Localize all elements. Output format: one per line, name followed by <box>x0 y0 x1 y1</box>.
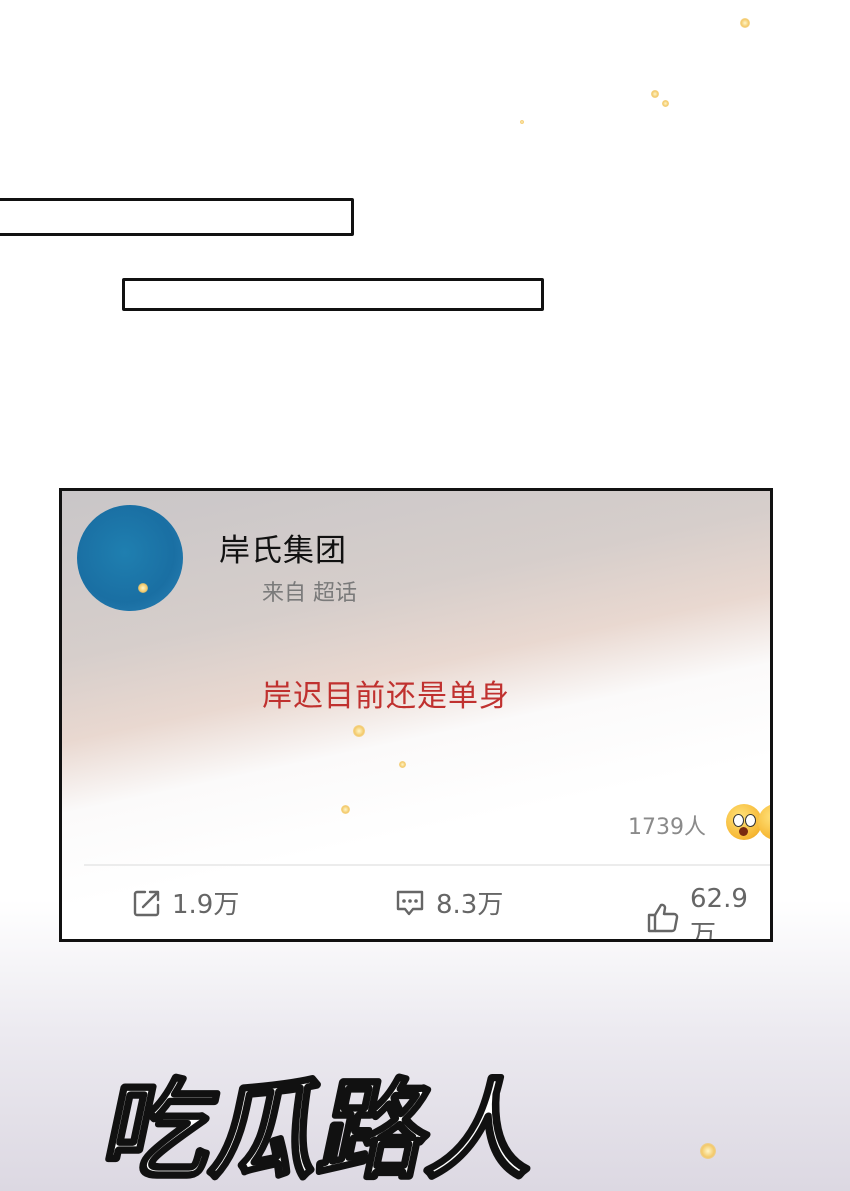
share-count: 1.9万 <box>172 890 240 920</box>
sparkle <box>740 18 750 28</box>
sparkle <box>353 725 365 737</box>
sparkle <box>700 1143 716 1159</box>
share-icon <box>132 888 162 918</box>
empty-speech-bubble <box>122 278 544 311</box>
like-count: 62.9万 <box>690 884 748 942</box>
sparkle <box>341 805 350 814</box>
reaction-count[interactable]: 1739人 <box>628 809 706 841</box>
social-post-card: 岸氏集团 来自 超话 岸迟目前还是单身 1739人 1.9万 8.3万 62.9… <box>59 488 773 942</box>
shocked-face-icon[interactable] <box>726 804 762 840</box>
caption-art: 吃瓜路人 <box>96 1066 554 1190</box>
caption-art-text: 吃瓜路人 <box>96 1068 552 1190</box>
eye <box>745 814 756 827</box>
comment-count: 8.3万 <box>436 890 504 920</box>
thumbs-up-icon <box>646 902 680 934</box>
avatar[interactable] <box>77 505 183 611</box>
mouth <box>739 827 748 836</box>
sparkle <box>651 90 659 98</box>
eye <box>733 814 744 827</box>
divider <box>84 864 770 866</box>
sparkle <box>662 100 669 107</box>
empty-speech-bubble <box>0 198 354 236</box>
comment-icon <box>394 888 426 918</box>
poster-name[interactable]: 岸氏集团 <box>219 525 347 570</box>
like-button[interactable]: 62.9万 <box>646 884 770 942</box>
sparkle <box>138 583 148 593</box>
post-source: 来自 超话 <box>262 581 357 606</box>
reaction-emoji-icon[interactable] <box>758 804 770 840</box>
sparkle <box>399 761 406 768</box>
sparkle <box>520 120 524 124</box>
share-button[interactable]: 1.9万 <box>132 884 239 921</box>
comment-button[interactable]: 8.3万 <box>394 884 503 921</box>
post-body: 岸迟目前还是单身 <box>262 679 510 714</box>
